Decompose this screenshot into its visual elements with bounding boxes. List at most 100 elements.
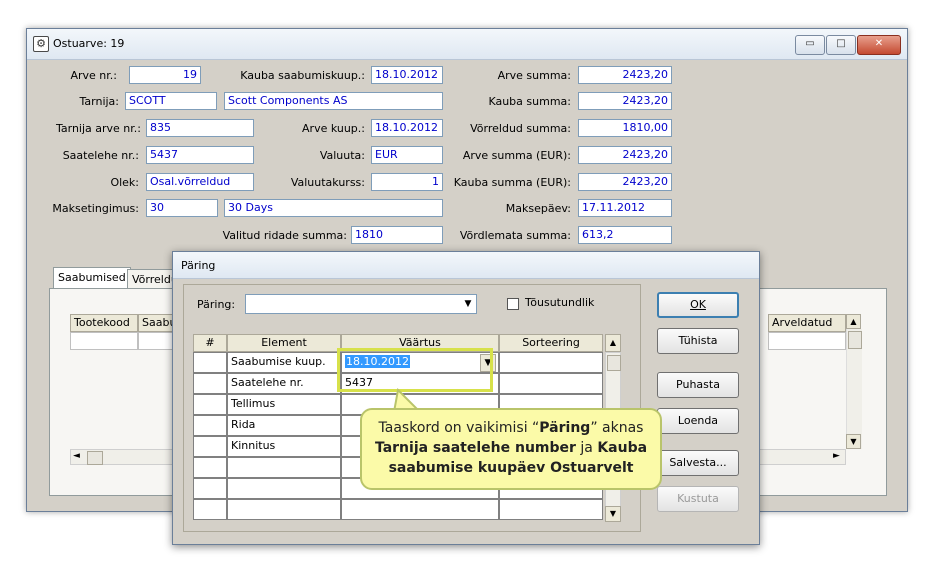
callout-note: Taaskord on vaikimisi “Päring” aknas Tar… [360,408,662,490]
scroll-up-icon[interactable]: ▲ [846,314,861,329]
callout-bold: saabumise kuupäev Ostuarvelt [388,460,634,476]
callout-text: ” aknas [590,420,644,436]
valitud-ridade-summa-field[interactable]: 1810 [351,226,443,244]
query-dialog: Päring Päring: ▼ Tõusutundlik # Element … [172,251,760,545]
clear-button[interactable]: Puhasta [657,372,739,398]
row-sort-cell[interactable] [499,373,603,394]
query-select[interactable] [245,294,477,314]
row-num-cell[interactable] [193,373,227,394]
maximize-button[interactable]: □ [826,35,856,55]
valitud-ridade-summa-label: Valitud ridade summa: [222,229,347,242]
row-sort-cell[interactable] [499,499,603,520]
tarnija-code-field[interactable]: SCOTT [125,92,217,110]
row-element-cell[interactable] [227,499,341,520]
col-num: # [193,334,227,352]
vertical-scrollbar[interactable] [846,329,862,449]
grid-cell[interactable] [768,332,846,350]
scroll-down-icon[interactable]: ▼ [605,506,621,522]
saatelehe-nr-label: Saatelehe nr.: [62,149,139,162]
highlight-box [337,348,493,392]
tarnija-name-field[interactable]: Scott Components AS [224,92,443,110]
arve-kuup-field[interactable]: 18.10.2012 [371,119,443,137]
title-bar[interactable]: ⚙ Ostuarve: 19 ▭ □ ✕ [27,29,907,60]
tab-saabumised[interactable]: Saabumised [53,267,131,289]
grid-cell[interactable] [70,332,138,350]
window-title: Ostuarve: 19 [53,37,125,50]
dialog-title-bar[interactable]: Päring [173,252,759,279]
saatelehe-nr-field[interactable]: 5437 [146,146,254,164]
row-num-cell[interactable] [193,457,227,478]
row-element-cell[interactable]: Saatelehe nr. [227,373,341,394]
tab-vorreldud[interactable]: Võrreldu [127,269,177,289]
tarnija-arve-nr-field[interactable]: 835 [146,119,254,137]
scroll-thumb[interactable] [607,355,621,371]
scroll-up-icon[interactable]: ▲ [605,334,621,352]
row-num-cell[interactable] [193,499,227,520]
olek-label: Olek: [110,176,139,189]
save-button[interactable]: Salvesta... [657,450,739,476]
arve-summa-field[interactable]: 2423,20 [578,66,672,84]
kauba-saabumiskuup-field[interactable]: 18.10.2012 [371,66,443,84]
col-element: Element [227,334,341,352]
row-element-cell[interactable]: Rida [227,415,341,436]
callout-bold: Päring [539,420,591,436]
row-element-cell[interactable] [227,457,341,478]
callout-text: Taaskord on vaikimisi “ [378,420,540,436]
app-icon: ⚙ [33,36,49,52]
valuutakurss-field[interactable]: 1 [371,173,443,191]
dialog-title: Päring [181,259,216,272]
arve-summa-label: Arve summa: [497,69,571,82]
kauba-summa-label: Kauba summa: [488,95,571,108]
col-arveldatud[interactable]: Arveldatud [768,314,846,332]
row-num-cell[interactable] [193,415,227,436]
maksetingimus-code-field[interactable]: 30 [146,199,218,217]
arve-kuup-label: Arve kuup.: [302,122,365,135]
row-num-cell[interactable] [193,436,227,457]
ok-button[interactable]: OK [657,292,739,318]
maksetingimus-label: Maksetingimus: [52,202,139,215]
vorreldud-summa-label: Võrreldud summa: [470,122,571,135]
olek-field[interactable]: Osal.võrreldud [146,173,254,191]
row-element-cell[interactable]: Tellimus [227,394,341,415]
row-num-cell[interactable] [193,394,227,415]
callout-line-1: Taaskord on vaikimisi “Päring” aknas [362,418,660,438]
row-sort-cell[interactable] [499,352,603,373]
kauba-summa-eur-label: Kauba summa (EUR): [453,176,571,189]
callout-bold: Tarnija saatelehe number [374,440,576,456]
tarnija-arve-nr-label: Tarnija arve nr.: [55,122,141,135]
col-tootekood[interactable]: Tootekood [70,314,138,332]
vordlemata-summa-field[interactable]: 613,2 [578,226,672,244]
cancel-button[interactable]: Tühista [657,328,739,354]
row-element-cell[interactable] [227,478,341,499]
row-num-cell[interactable] [193,352,227,373]
row-element-cell[interactable]: Kinnitus [227,436,341,457]
case-sensitive-checkbox[interactable] [507,298,519,310]
close-button[interactable]: ✕ [857,35,901,55]
delete-button[interactable]: Kustuta [657,486,739,512]
maximize-icon: □ [836,38,846,49]
case-sensitive-label: Tõusutundlik [525,296,595,309]
chevron-down-icon[interactable]: ▼ [461,296,475,312]
maksepaev-field[interactable]: 17.11.2012 [578,199,672,217]
minimize-button[interactable]: ▭ [795,35,825,55]
valuuta-field[interactable]: EUR [371,146,443,164]
row-element-cell[interactable]: Saabumise kuup. [227,352,341,373]
vorreldud-summa-field[interactable]: 1810,00 [578,119,672,137]
maksetingimus-name-field[interactable]: 30 Days [224,199,443,217]
scroll-thumb[interactable] [848,331,862,349]
scroll-down-icon[interactable]: ▼ [846,434,861,449]
row-num-cell[interactable] [193,478,227,499]
scroll-right-icon[interactable]: ► [833,451,840,461]
close-icon: ✕ [874,38,884,49]
count-button[interactable]: Loenda [657,408,739,434]
arve-nr-label: Arve nr.: [70,69,117,82]
kauba-summa-eur-field[interactable]: 2423,20 [578,173,672,191]
kauba-saabumiskuup-label: Kauba saabumiskuup.: [240,69,365,82]
arve-summa-eur-field[interactable]: 2423,20 [578,146,672,164]
scroll-left-icon[interactable]: ◄ [73,451,80,461]
row-value-cell[interactable] [341,499,499,520]
arve-nr-field[interactable]: 19 [129,66,201,84]
kauba-summa-field[interactable]: 2423,20 [578,92,672,110]
h-scroll-thumb[interactable] [87,451,103,465]
tarnija-label: Tarnija: [79,95,120,108]
